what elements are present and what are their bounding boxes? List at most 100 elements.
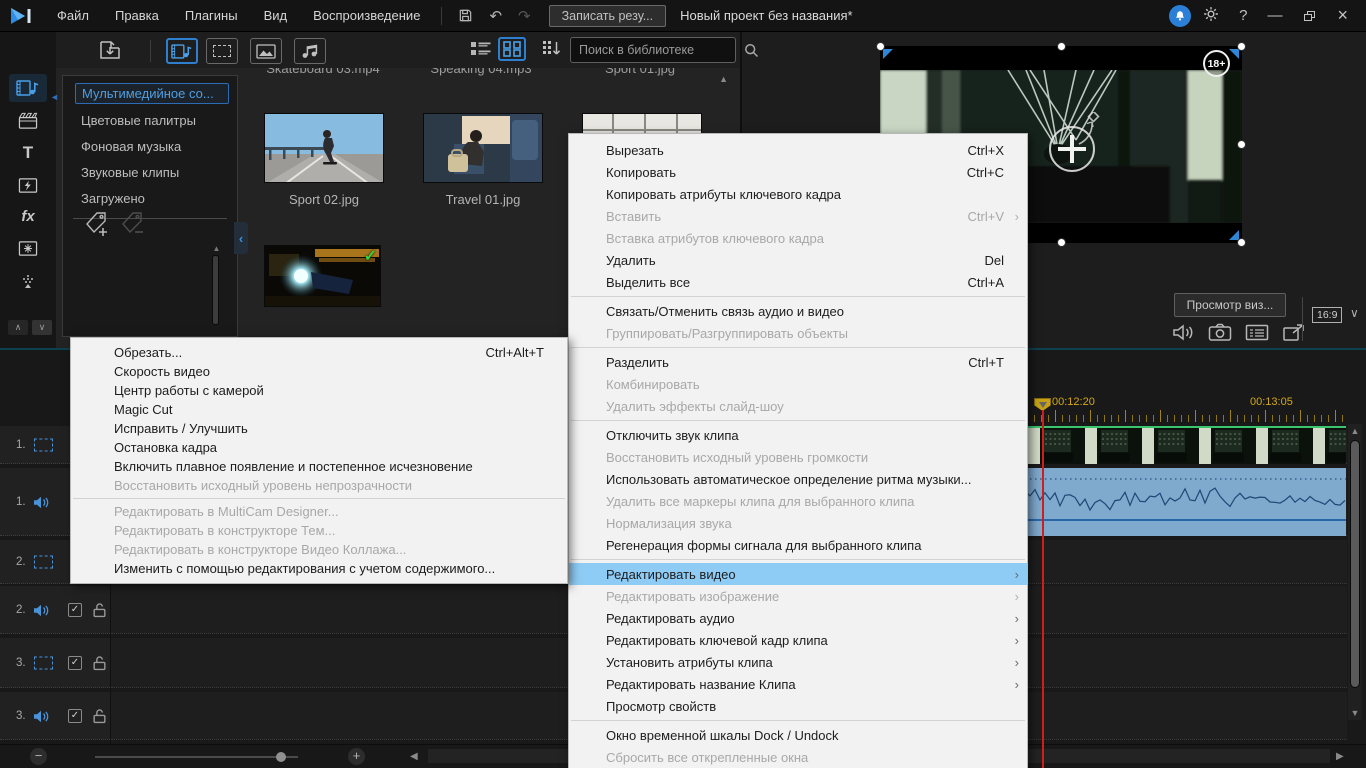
menu-item[interactable]: Редактировать аудио› [569,607,1027,629]
category-item[interactable]: Фоновая музыка [75,137,229,156]
menu-item[interactable]: Скорость видео [71,362,567,381]
menu-item[interactable]: Отключить звук клипа [569,424,1027,446]
menu-plugins[interactable]: Плагины [172,0,251,32]
restore-window-icon[interactable] [1304,11,1315,21]
track-lock-icon[interactable] [92,655,107,671]
menu-item[interactable]: УдалитьDel [569,249,1027,271]
menu-item[interactable]: Регенерация формы сигнала для выбранного… [569,534,1027,556]
category-item[interactable]: Мультимедийное со... [75,83,229,104]
zoom-in-button[interactable]: + [348,748,365,765]
mute-speaker-icon[interactable] [1172,323,1196,347]
menu-item[interactable]: Обрезать...Ctrl+Alt+T [71,343,567,362]
menu-item[interactable]: Остановка кадра [71,438,567,457]
transition-room-icon[interactable] [9,171,47,199]
menu-item[interactable]: Центр работы с камерой [71,381,567,400]
track-lock-icon[interactable] [92,602,107,618]
media-room-icon[interactable] [9,74,47,102]
category-item[interactable]: Цветовые палитры [75,111,229,130]
track-enable-checkbox[interactable]: ✓ [68,656,82,670]
track-enable-checkbox[interactable]: ✓ [68,603,82,617]
filter-tab-video[interactable] [206,38,238,64]
resize-handle-top[interactable] [1057,42,1066,51]
search-input[interactable] [571,43,744,57]
menu-playback[interactable]: Воспроизведение [300,0,433,32]
chevron-down-icon[interactable]: ∨ [1350,306,1359,320]
scroll-right-icon[interactable]: ▶ [1336,751,1344,762]
particle-room-icon[interactable] [9,234,47,262]
category-scrollbar[interactable]: ▲ [212,244,221,332]
title-room-icon[interactable]: T [9,139,47,167]
menu-item[interactable]: ВырезатьCtrl+X [569,139,1027,161]
scroll-thumb[interactable] [212,255,219,325]
project-room-icon[interactable] [9,106,47,134]
menu-item[interactable]: РазделитьCtrl+T [569,351,1027,373]
grid-view-icon[interactable] [498,37,526,61]
menu-item[interactable]: Редактировать ключевой кадр клипа› [569,629,1027,651]
scroll-up-icon[interactable]: ▲ [1348,424,1362,438]
rotate-handle-icon[interactable] [1076,112,1102,151]
resize-handle-tl[interactable] [876,42,885,51]
zoom-slider-thumb[interactable] [276,752,286,762]
library-scroll-up-icon[interactable]: ▲ [719,74,728,84]
scroll-thumb[interactable] [1350,440,1360,688]
menu-file[interactable]: Файл [44,0,102,32]
library-item-thumbnail[interactable] [423,113,543,183]
track-enable-checkbox[interactable]: ✓ [68,709,82,723]
menu-item[interactable]: Изменить с помощью редактирования с учет… [71,559,567,578]
menu-item[interactable]: Включить плавное появление и постепенное… [71,457,567,476]
zoom-out-button[interactable]: − [30,748,47,765]
track-lock-icon[interactable] [92,708,107,724]
sort-icon[interactable] [542,40,562,58]
minimize-icon[interactable]: — [1259,7,1290,24]
resize-handle-tr[interactable] [1237,42,1246,51]
filter-tab-photo[interactable] [250,38,282,64]
scroll-down-icon[interactable]: ▼ [1348,706,1362,720]
resize-handle-bottom[interactable] [1057,238,1066,247]
save-icon[interactable] [450,8,481,23]
menu-item[interactable]: Редактировать название Клипа› [569,673,1027,695]
filter-tab-media[interactable] [166,38,198,64]
library-item-thumbnail[interactable] [264,113,384,183]
preview-viewer-button[interactable]: Просмотр виз... [1174,293,1286,317]
menu-view[interactable]: Вид [251,0,301,32]
help-icon[interactable]: ? [1231,7,1255,24]
zoom-slider[interactable] [95,756,298,758]
menu-item[interactable]: Magic Cut [71,400,567,419]
menu-item[interactable]: Копировать атрибуты ключевого кадра [569,183,1027,205]
notification-bell-icon[interactable] [1169,5,1191,27]
import-media-icon[interactable] [98,38,122,62]
aspect-ratio-selector[interactable]: 16:9 [1312,307,1342,323]
collapse-panel-button[interactable]: ‹ [234,222,248,254]
paint-room-icon[interactable] [9,268,47,296]
menu-item[interactable]: Использовать автоматическое определение … [569,468,1027,490]
timeline-vertical-scrollbar[interactable]: ▲ ▼ [1348,424,1362,720]
library-item-thumbnail-selected[interactable]: ✓ [264,245,381,307]
undo-icon[interactable]: ↶ [481,7,510,25]
category-item[interactable]: Звуковые клипы [75,163,229,182]
resize-handle-br[interactable] [1237,238,1246,247]
menu-item[interactable]: Установить атрибуты клипа› [569,651,1027,673]
snapshot-camera-icon[interactable] [1208,323,1232,347]
list-view-icon[interactable] [470,41,492,57]
menu-item[interactable]: Исправить / Улучшить [71,419,567,438]
rooms-scroll-up-button[interactable]: ∧ [8,320,28,335]
add-tag-icon[interactable] [85,210,111,243]
scroll-up-icon[interactable]: ▲ [212,244,221,253]
menu-item[interactable]: КопироватьCtrl+C [569,161,1027,183]
produce-button[interactable]: Записать резу... [549,5,667,27]
search-icon[interactable] [744,43,766,58]
settings-gear-icon[interactable] [1195,6,1227,26]
scroll-left-icon[interactable]: ◀ [410,751,418,762]
rooms-scroll-down-button[interactable]: ∨ [32,320,52,335]
menu-edit[interactable]: Правка [102,0,172,32]
resize-handle-right[interactable] [1237,140,1246,149]
category-item[interactable]: Загружено [75,189,229,208]
menu-item[interactable]: Окно временной шкалы Dock / Undock [569,724,1027,746]
details-view-icon[interactable] [1245,323,1269,347]
menu-item[interactable]: Выделить всеCtrl+A [569,271,1027,293]
menu-item[interactable]: Просмотр свойств [569,695,1027,717]
close-icon[interactable]: × [1329,5,1356,26]
menu-item[interactable]: Редактировать видео› [569,563,1027,585]
effect-room-icon[interactable]: fx [9,202,47,230]
menu-item[interactable]: Связать/Отменить связь аудио и видео [569,300,1027,322]
